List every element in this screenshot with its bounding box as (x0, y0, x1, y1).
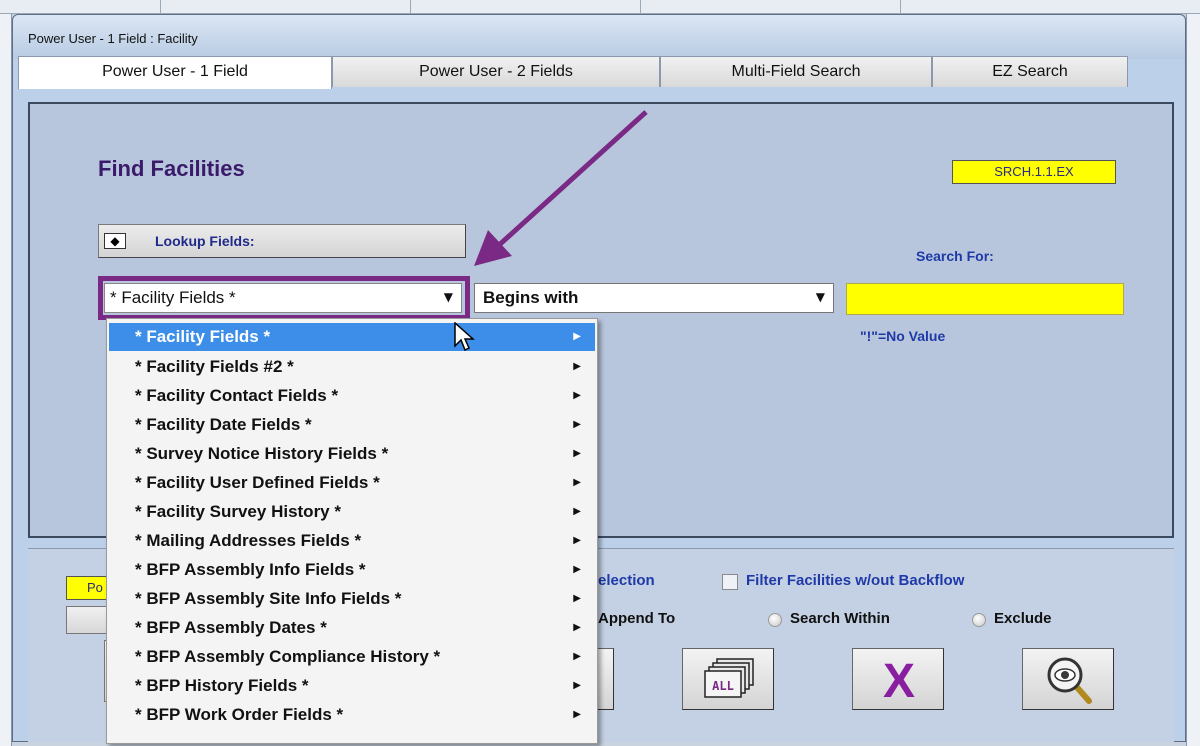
menu-item-facility-survey-history[interactable]: * Facility Survey History * ▶ (109, 498, 595, 526)
search-within-label: Search Within (790, 610, 890, 627)
all-button-label: ALL (712, 679, 734, 693)
background-top-strip (0, 0, 1200, 14)
menu-item-facility-fields-2[interactable]: * Facility Fields #2 * ▶ (109, 353, 595, 381)
menu-item-facility-contact-fields[interactable]: * Facility Contact Fields * ▶ (109, 382, 595, 410)
background-grid-line (160, 0, 161, 14)
title-bar: Power User - 1 Field : Facility (13, 15, 1185, 59)
submenu-arrow-icon: ▶ (573, 622, 581, 633)
all-records-icon: ALL (704, 658, 754, 698)
delete-button[interactable]: X (852, 648, 944, 710)
submenu-arrow-icon: ▶ (573, 680, 581, 691)
tab-multi-field-search[interactable]: Multi-Field Search (660, 56, 932, 87)
menu-item-mailing-addresses-fields[interactable]: * Mailing Addresses Fields * ▶ (109, 527, 595, 555)
menu-item-facility-fields[interactable]: * Facility Fields * ▶ (109, 323, 595, 351)
submenu-arrow-icon: ▶ (573, 651, 581, 662)
tab-power-user-1-field[interactable]: Power User - 1 Field (18, 56, 332, 89)
submenu-arrow-icon: ▶ (573, 535, 581, 546)
search-for-label: Search For: (916, 248, 994, 264)
background-grid-line (410, 0, 411, 14)
menu-item-facility-date-fields[interactable]: * Facility Date Fields * ▶ (109, 411, 595, 439)
field-group-dropdown-menu: * Facility Fields * ▶ * Facility Fields #… (106, 318, 598, 744)
window-title: Power User - 1 Field : Facility (28, 31, 198, 46)
tab-bar: Power User - 1 Field Power User - 2 Fiel… (18, 56, 1128, 89)
menu-item-survey-notice-history-fields[interactable]: * Survey Notice History Fields * ▶ (109, 440, 595, 468)
page-title: Find Facilities (98, 156, 245, 181)
submenu-arrow-icon: ▶ (573, 419, 581, 430)
operator-select-value: Begins with (483, 288, 579, 307)
menu-item-bfp-assembly-compliance-history[interactable]: * BFP Assembly Compliance History * ▶ (109, 643, 595, 671)
lookup-fields-button[interactable]: ◆ Lookup Fields: (98, 224, 466, 258)
no-value-hint: "!"=No Value (860, 328, 946, 344)
filter-backflow-label: Filter Facilities w/out Backflow (746, 572, 965, 589)
annotation-highlight-box (98, 276, 470, 320)
submenu-arrow-icon: ▶ (573, 448, 581, 459)
append-to-label[interactable]: Append To (598, 610, 675, 627)
run-search-button[interactable] (1022, 648, 1114, 710)
diamond-icon: ◆ (104, 233, 126, 249)
mouse-pointer-icon (454, 322, 475, 352)
menu-item-bfp-work-order-fields[interactable]: * BFP Work Order Fields * ▶ (109, 701, 595, 729)
delete-button-glyph: X (883, 655, 915, 708)
tab-ez-search[interactable]: EZ Search (932, 56, 1128, 87)
selection-label: election (598, 572, 655, 589)
menu-item-bfp-assembly-site-info-fields[interactable]: * BFP Assembly Site Info Fields * ▶ (109, 585, 595, 613)
operator-select[interactable]: Begins with ▼ (474, 283, 834, 313)
tab-power-user-2-fields[interactable]: Power User - 2 Fields (332, 56, 660, 87)
menu-item-facility-user-defined-fields[interactable]: * Facility User Defined Fields * ▶ (109, 469, 595, 497)
select-all-button[interactable]: ALL (682, 648, 774, 710)
chevron-down-icon: ▼ (815, 290, 825, 304)
search-for-input[interactable] (846, 283, 1124, 315)
submenu-arrow-icon: ▶ (573, 593, 581, 604)
x-icon: X (883, 655, 915, 708)
submenu-arrow-icon: ▶ (573, 361, 581, 372)
menu-item-bfp-assembly-info-fields[interactable]: * BFP Assembly Info Fields * ▶ (109, 556, 595, 584)
search-within-radio[interactable] (768, 613, 782, 627)
exclude-label: Exclude (994, 610, 1052, 627)
filter-backflow-checkbox[interactable] (722, 574, 738, 590)
screen-code-badge: SRCH.1.1.EX (952, 160, 1116, 184)
background-grid-line (900, 0, 901, 14)
submenu-arrow-icon: ▶ (573, 477, 581, 488)
submenu-arrow-icon: ▶ (573, 506, 581, 517)
submenu-arrow-icon: ▶ (573, 331, 581, 342)
submenu-arrow-icon: ▶ (573, 709, 581, 720)
submenu-arrow-icon: ▶ (573, 564, 581, 575)
menu-item-bfp-history-fields[interactable]: * BFP History Fields * ▶ (109, 672, 595, 700)
exclude-radio[interactable] (972, 613, 986, 627)
magnifier-eye-icon (1047, 657, 1092, 704)
lookup-fields-label: Lookup Fields: (155, 233, 255, 249)
menu-item-bfp-assembly-dates[interactable]: * BFP Assembly Dates * ▶ (109, 614, 595, 642)
background-right-column (1186, 14, 1200, 746)
submenu-arrow-icon: ▶ (573, 390, 581, 401)
background-grid-line (640, 0, 641, 14)
background-left-column (0, 14, 12, 746)
